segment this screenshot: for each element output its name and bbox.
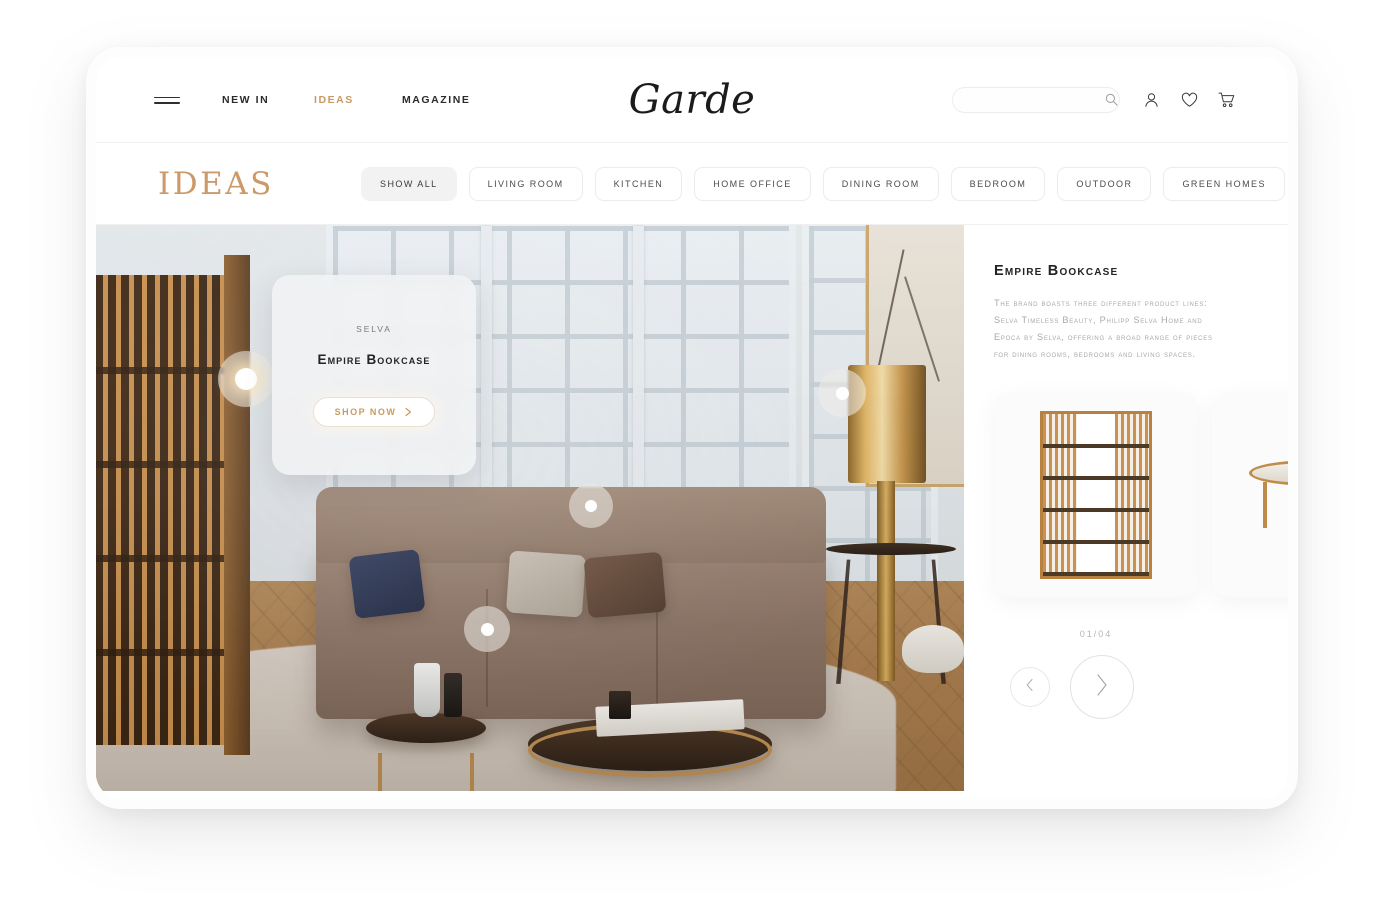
carousel-item-coffee-table[interactable] [1212,393,1288,597]
product-card-brand: SELVA [356,323,392,334]
search-box[interactable] [952,86,1120,113]
hamburger-icon[interactable] [154,93,180,107]
carousel-navigation [1010,655,1134,719]
room-cushion-brown [583,551,667,619]
room-cup [609,691,631,719]
content-row: SELVA Empire Bookcase SHOP NOW Empire Bo… [96,225,1288,791]
carousel-next-button[interactable] [1070,655,1134,719]
shop-now-button[interactable]: SHOP NOW [313,396,435,427]
hotspot-table[interactable] [464,606,510,652]
room-bookcase [96,275,242,745]
filter-pill-home-office[interactable]: HOME OFFICE [694,166,811,201]
room-side-table [826,543,956,555]
carousel-prev-button[interactable] [1010,667,1050,707]
page-title: IDEAS [158,165,274,202]
product-overlay-card[interactable]: SELVA Empire Bookcase SHOP NOW [272,275,476,475]
bookcase-thumbnail-image [1040,411,1152,579]
nav-link-magazine[interactable]: MAGAZINE [402,94,470,106]
brand-logo[interactable]: Garde [629,80,756,120]
room-round-table-legs [378,753,474,791]
room-cushion-beige [505,550,587,618]
shop-now-label: SHOP NOW [334,406,397,417]
product-card-title: Empire Bookcase [317,351,431,367]
wishlist-icon[interactable] [1181,92,1198,108]
cart-icon[interactable] [1218,91,1236,108]
room-bottle [444,673,462,717]
room-vase [902,625,964,673]
room-decanter [414,663,440,717]
filter-pill-green-homes[interactable]: GREEN HOMES [1163,166,1285,201]
nav-link-ideas[interactable]: IDEAS [314,94,354,106]
nav-link-new-in[interactable]: NEW IN [222,94,269,106]
hotspot-sofa[interactable] [569,484,613,528]
product-detail-panel: Empire Bookcase The brand boasts three d… [964,225,1288,791]
hero-room-image[interactable]: SELVA Empire Bookcase SHOP NOW [96,225,964,791]
filter-bar: IDEAS SHOW ALL LIVING ROOM KITCHEN HOME … [96,143,1288,225]
carousel-counter: 01/04 [1079,629,1113,639]
detail-description: The brand boasts three different product… [994,298,1213,360]
device-frame: NEW IN IDEAS MAGAZINE Garde IDEAS SHOW A… [86,47,1298,809]
top-navigation-bar: NEW IN IDEAS MAGAZINE Garde [96,57,1288,143]
filter-pill-kitchen[interactable]: KITCHEN [594,166,683,201]
search-icon[interactable] [1105,93,1118,106]
chevron-right-icon [404,407,413,417]
room-round-table [366,713,486,743]
room-cushion-navy [348,548,426,620]
filter-pill-group: SHOW ALL LIVING ROOM KITCHEN HOME OFFICE… [361,166,1285,201]
filter-pill-outdoor[interactable]: OUTDOOR [1057,166,1152,201]
product-carousel[interactable] [994,393,1288,597]
carousel-item-bookcase[interactable] [994,393,1198,597]
hotspot-lamp[interactable] [818,369,866,417]
search-input[interactable] [953,94,1105,105]
filter-pill-living-room[interactable]: LIVING ROOM [468,166,583,201]
coffee-table-thumbnail-image [1249,460,1288,530]
room-bookcase-side [224,255,250,755]
filter-pill-show-all[interactable]: SHOW ALL [361,166,457,201]
filter-pill-bedroom[interactable]: BEDROOM [950,166,1046,201]
detail-title: Empire Bookcase [994,263,1119,279]
browser-viewport: NEW IN IDEAS MAGAZINE Garde IDEAS SHOW A… [96,57,1288,799]
chevron-right-icon [1094,673,1110,702]
hotspot-bookcase[interactable] [218,351,274,407]
account-icon[interactable] [1143,91,1160,108]
chevron-left-icon [1025,678,1035,697]
filter-pill-dining-room[interactable]: DINING ROOM [822,166,939,201]
